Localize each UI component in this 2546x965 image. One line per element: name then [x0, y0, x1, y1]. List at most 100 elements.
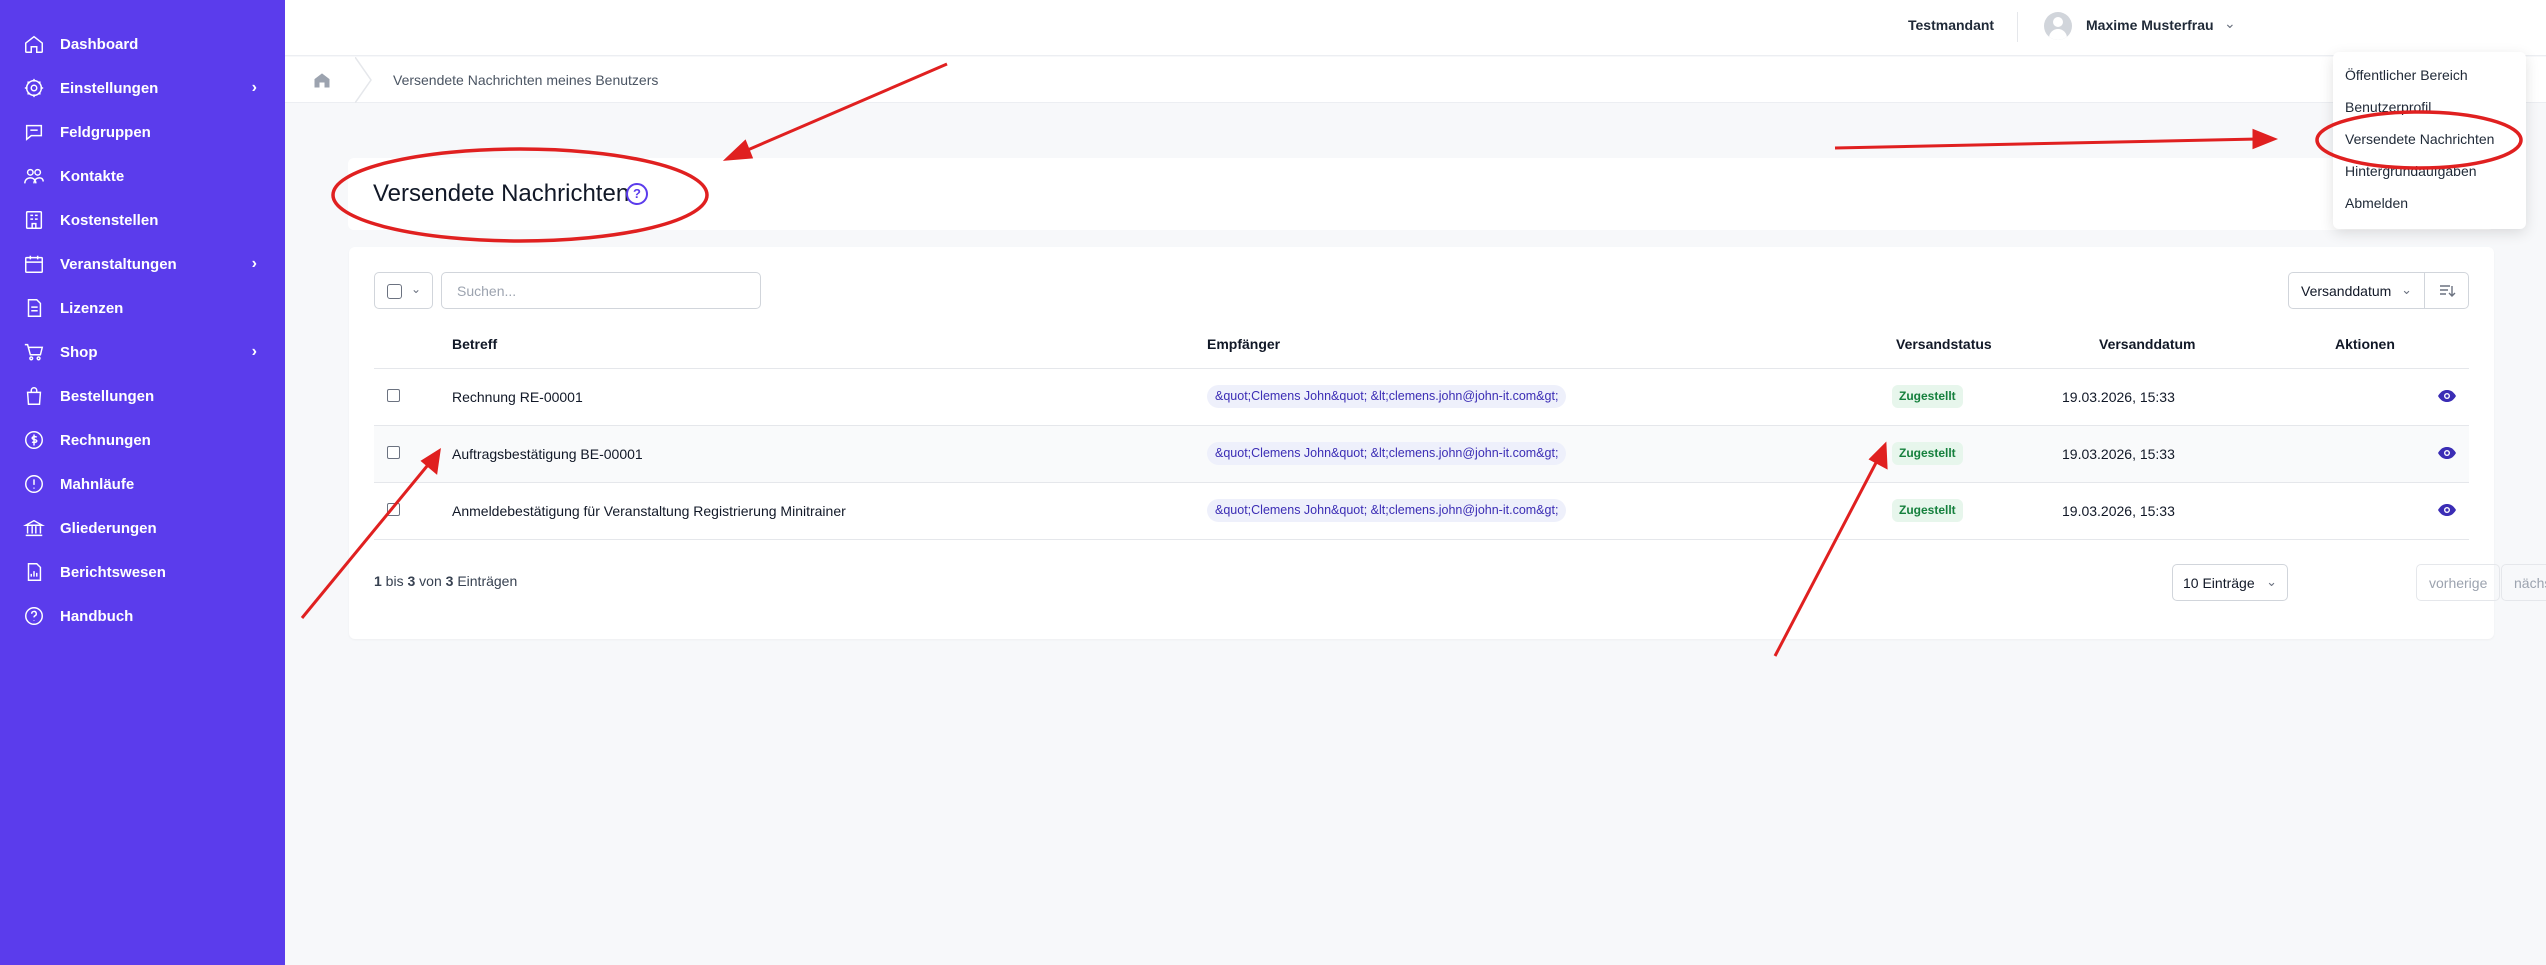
column-header-actions: Aktionen	[2335, 336, 2395, 352]
sidebar-item-rechnungen[interactable]: Rechnungen	[0, 418, 285, 462]
menu-item-logout[interactable]: Abmelden	[2345, 195, 2408, 211]
sidebar-item-label: Mahnläufe	[60, 475, 135, 493]
search-input[interactable]	[441, 272, 761, 309]
row-date: 19.03.2026, 15:33	[2062, 503, 2175, 519]
bulk-select-dropdown[interactable]: ⌄	[374, 272, 433, 309]
help-circle-icon	[22, 604, 46, 628]
sidebar-item-berichtswesen[interactable]: Berichtswesen	[0, 550, 285, 594]
sidebar-item-einstellungen[interactable]: Einstellungen ›	[0, 66, 285, 110]
sort-field-label: Versanddatum	[2301, 283, 2392, 299]
bag-icon	[22, 384, 46, 408]
sidebar-item-mahnlaeufe[interactable]: Mahnläufe	[0, 462, 285, 506]
user-dropdown-menu: Öffentlicher Bereich Benutzerprofil Vers…	[2333, 52, 2526, 229]
sidebar-item-feldgruppen[interactable]: Feldgruppen	[0, 110, 285, 154]
view-eye-icon[interactable]	[2437, 445, 2457, 461]
row-subject: Auftragsbestätigung BE-00001	[452, 446, 643, 462]
dollar-circle-icon	[22, 428, 46, 452]
status-badge: Zugestellt	[1892, 385, 1963, 408]
page-size-select[interactable]: 10 Einträge ⌄	[2172, 564, 2288, 601]
avatar[interactable]	[2044, 12, 2072, 40]
sidebar: Dashboard Einstellungen › Feldgruppen Ko…	[0, 0, 285, 965]
breadcrumb-separator	[355, 57, 372, 103]
table-row[interactable]: Auftragsbestätigung BE-00001 &quot;Cleme…	[374, 426, 2469, 483]
sidebar-item-lizenzen[interactable]: Lizenzen	[0, 286, 285, 330]
sidebar-item-label: Rechnungen	[60, 431, 151, 449]
table-row[interactable]: Rechnung RE-00001 &quot;Clemens John&quo…	[374, 369, 2469, 426]
home-icon[interactable]	[312, 70, 332, 90]
sidebar-item-veranstaltungen[interactable]: Veranstaltungen ›	[0, 242, 285, 286]
chat-bubble-icon	[22, 120, 46, 144]
column-header-status[interactable]: Versandstatus	[1896, 336, 1992, 352]
sort-field-select[interactable]: Versanddatum ⌄	[2288, 272, 2424, 309]
menu-item-profile[interactable]: Benutzerprofil	[2345, 99, 2431, 115]
sidebar-item-label: Bestellungen	[60, 387, 155, 405]
chart-document-icon	[22, 560, 46, 584]
row-subject: Anmeldebestätigung für Veranstaltung Reg…	[452, 503, 846, 519]
view-eye-icon[interactable]	[2437, 388, 2457, 404]
tenant-name[interactable]: Testmandant	[1908, 17, 1994, 33]
menu-item-public-area[interactable]: Öffentlicher Bereich	[2345, 67, 2468, 83]
page-header: Versendete Nachrichten ?	[348, 158, 2494, 230]
messages-table-card: ⌄ Versanddatum ⌄ Betreff Empfänger Versa…	[349, 247, 2546, 639]
sidebar-item-label: Dashboard	[60, 35, 139, 53]
alert-circle-icon	[22, 472, 46, 496]
annotation-arrowhead	[722, 139, 754, 161]
chevron-down-icon: ⌄	[2401, 282, 2412, 297]
chevron-right-icon: ›	[251, 79, 257, 96]
column-header-date[interactable]: Versanddatum	[2099, 336, 2195, 352]
sidebar-item-bestellungen[interactable]: Bestellungen	[0, 374, 285, 418]
page-size-label: 10 Einträge	[2183, 575, 2255, 591]
sidebar-item-label: Gliederungen	[60, 519, 157, 537]
help-icon[interactable]: ?	[626, 183, 648, 205]
sidebar-item-label: Einstellungen	[60, 79, 159, 97]
building-icon	[22, 208, 46, 232]
calendar-icon	[22, 252, 46, 276]
chevron-right-icon: ›	[251, 255, 257, 272]
gear-icon	[22, 76, 46, 100]
sidebar-item-gliederungen[interactable]: Gliederungen	[0, 506, 285, 550]
annotation-arrowhead	[2252, 128, 2279, 150]
recipient-badge: &quot;Clemens John&quot; &lt;clemens.joh…	[1207, 499, 1567, 522]
sidebar-item-label: Veranstaltungen	[60, 255, 177, 273]
sidebar-item-kostenstellen[interactable]: Kostenstellen	[0, 198, 285, 242]
sidebar-item-handbuch[interactable]: Handbuch	[0, 594, 285, 638]
sidebar-item-label: Feldgruppen	[60, 123, 151, 141]
previous-page-button[interactable]: vorherige	[2416, 564, 2501, 601]
table-row[interactable]: Anmeldebestätigung für Veranstaltung Reg…	[374, 483, 2469, 540]
sidebar-item-label: Lizenzen	[60, 299, 124, 317]
page-title: Versendete Nachrichten	[373, 180, 630, 207]
breadcrumb: Versendete Nachrichten meines Benutzers	[285, 57, 2546, 103]
sort-direction-button[interactable]	[2424, 272, 2469, 309]
row-checkbox[interactable]	[387, 446, 400, 459]
next-page-button[interactable]: nächste	[2501, 564, 2546, 601]
cart-icon	[22, 340, 46, 364]
column-header-recipient[interactable]: Empfänger	[1207, 336, 1280, 352]
view-eye-icon[interactable]	[2437, 502, 2457, 518]
menu-item-background-tasks[interactable]: Hintergrundaufgaben	[2345, 163, 2477, 179]
row-subject: Rechnung RE-00001	[452, 389, 583, 405]
sidebar-item-label: Shop	[60, 343, 98, 361]
row-date: 19.03.2026, 15:33	[2062, 446, 2175, 462]
sidebar-item-label: Kostenstellen	[60, 211, 159, 229]
sidebar-item-label: Handbuch	[60, 607, 134, 625]
chevron-down-icon[interactable]: ⌄	[2224, 15, 2236, 32]
select-all-checkbox[interactable]	[387, 284, 402, 299]
chevron-down-icon: ⌄	[2266, 574, 2277, 589]
sidebar-item-dashboard[interactable]: Dashboard	[0, 22, 285, 66]
chevron-right-icon: ›	[251, 343, 257, 360]
sidebar-item-shop[interactable]: Shop ›	[0, 330, 285, 374]
sidebar-item-label: Kontakte	[60, 167, 125, 185]
menu-item-sent-messages[interactable]: Versendete Nachrichten	[2345, 131, 2494, 147]
sidebar-item-kontakte[interactable]: Kontakte	[0, 154, 285, 198]
row-date: 19.03.2026, 15:33	[2062, 389, 2175, 405]
user-menu-button[interactable]: Maxime Musterfrau	[2086, 17, 2214, 33]
row-checkbox[interactable]	[387, 389, 400, 402]
status-badge: Zugestellt	[1892, 499, 1963, 522]
info-text: Einträgen	[453, 573, 518, 589]
breadcrumb-current: Versendete Nachrichten meines Benutzers	[393, 72, 659, 88]
info-text: bis	[381, 573, 408, 589]
column-header-subject[interactable]: Betreff	[452, 336, 497, 352]
divider	[2017, 12, 2018, 42]
row-checkbox[interactable]	[387, 503, 400, 516]
users-icon	[22, 164, 46, 188]
